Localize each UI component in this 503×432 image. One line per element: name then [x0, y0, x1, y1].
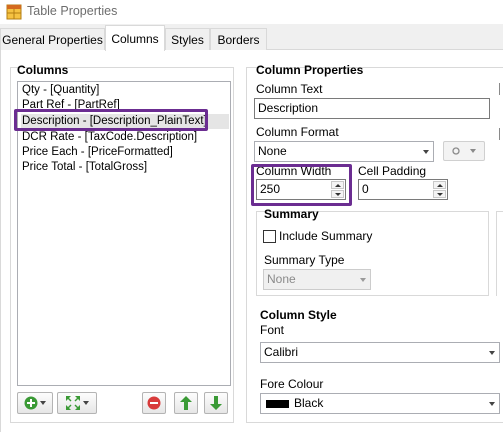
column-format-select[interactable]: None [254, 141, 434, 162]
include-summary-label: Include Summary [279, 229, 373, 243]
chevron-down-icon [489, 402, 495, 406]
tab-borders[interactable]: Borders [210, 28, 267, 50]
move-up-icon [180, 396, 192, 410]
column-text-input[interactable]: Description [254, 98, 490, 119]
spin-buttons [433, 181, 446, 198]
chevron-down-icon [40, 401, 46, 405]
down-arrow-icon [436, 192, 443, 196]
list-item[interactable]: DCR Rate - [TaxCode.Description] [21, 130, 229, 145]
font-value: Calibri [264, 345, 299, 359]
fore-colour-value: Black [294, 396, 324, 410]
tab-strip: General Properties Columns Styles Border… [0, 24, 503, 51]
chevron-down-icon [83, 401, 89, 405]
increment-button[interactable] [433, 181, 446, 189]
list-item[interactable]: Price Each - [PriceFormatted] [21, 145, 229, 160]
up-arrow-icon [436, 183, 443, 187]
add-column-button[interactable] [17, 392, 53, 414]
move-down-icon [210, 396, 222, 410]
column-format-value: None [258, 144, 287, 158]
chevron-down-icon [489, 351, 495, 355]
expand-arrows-icon [66, 396, 80, 410]
cell-padding-stepper[interactable]: 0 [358, 179, 448, 200]
list-item[interactable]: Price Total - [TotalGross] [21, 160, 229, 175]
move-up-button[interactable] [174, 392, 198, 414]
tab-label: Borders [217, 32, 260, 47]
tab-columns[interactable]: Columns [105, 25, 165, 51]
include-summary-checkbox[interactable] [263, 230, 276, 243]
chevron-down-icon [360, 278, 366, 282]
tab-general-properties[interactable]: General Properties [0, 28, 105, 50]
decrement-button[interactable] [433, 190, 446, 198]
list-item[interactable]: Qty - [Quantity] [21, 83, 229, 98]
window-title: Table Properties [27, 4, 118, 18]
title-bar: Table Properties [0, 0, 503, 24]
clipped-label-edge [499, 83, 503, 95]
format-options-button[interactable] [443, 141, 485, 161]
cell-padding-label: Cell Padding [358, 164, 427, 178]
tab-label: General Properties [2, 32, 103, 47]
clipped-group-edge [496, 211, 503, 296]
summary-type-select[interactable]: None [263, 269, 371, 290]
chevron-down-icon [470, 149, 476, 153]
move-down-button[interactable] [204, 392, 228, 414]
expand-button[interactable] [57, 392, 97, 414]
tab-styles[interactable]: Styles [165, 28, 210, 50]
column-format-label: Column Format [256, 125, 339, 139]
table-grid-icon [6, 4, 22, 20]
remove-column-button[interactable] [142, 392, 166, 414]
column-properties-title: Column Properties [256, 63, 364, 77]
font-label: Font [260, 323, 285, 337]
chevron-down-icon [423, 150, 429, 154]
summary-title: Summary [264, 207, 319, 221]
column-width-highlight [251, 164, 352, 206]
circle-icon [452, 147, 460, 155]
cell-padding-value: 0 [362, 182, 369, 196]
column-text-label: Column Text [256, 82, 323, 96]
font-select[interactable]: Calibri [260, 342, 500, 363]
summary-type-label: Summary Type [264, 253, 345, 267]
column-style-title: Column Style [260, 308, 337, 322]
add-column-icon [24, 396, 38, 410]
colour-swatch [266, 400, 289, 408]
fore-colour-label: Fore Colour [260, 377, 324, 391]
remove-column-icon [147, 396, 161, 410]
columns-group-title: Columns [17, 63, 69, 77]
tab-label: Styles [171, 32, 204, 47]
summary-type-value: None [267, 272, 296, 286]
fore-colour-select[interactable]: Black [260, 393, 500, 414]
clipped-label-edge [499, 128, 503, 140]
selected-item-highlight [14, 109, 208, 131]
tab-label: Columns [111, 31, 159, 46]
